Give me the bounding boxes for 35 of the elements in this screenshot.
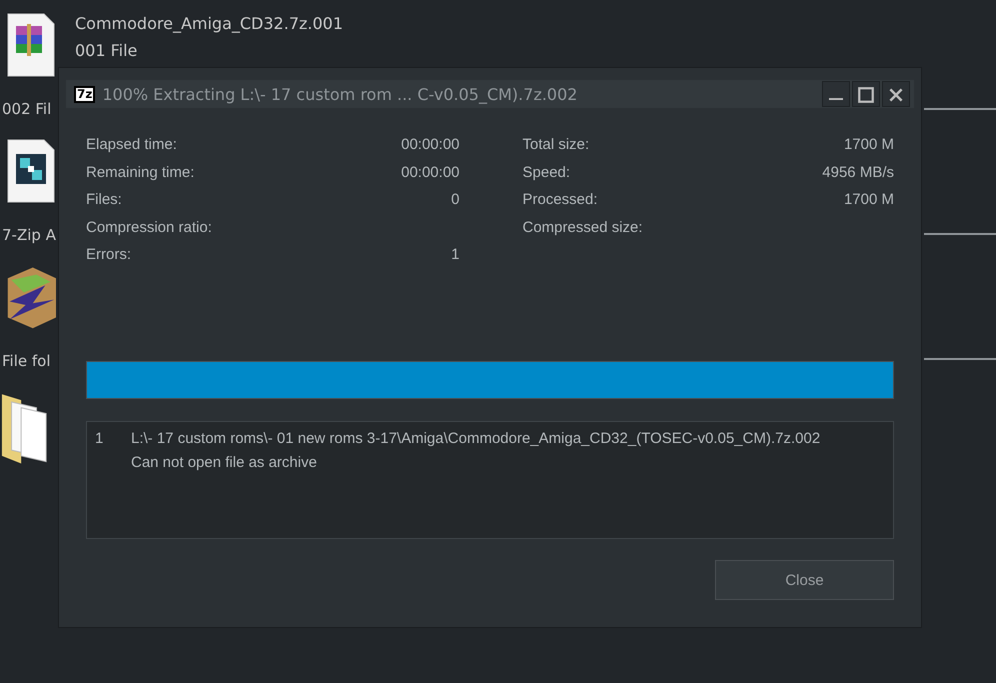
- stat-label: Compressed size:: [522, 218, 643, 236]
- stat-value: 0: [451, 191, 460, 208]
- stat-value: 1: [451, 246, 460, 264]
- stat-value: 00:00:00: [401, 164, 460, 181]
- file-name[interactable]: Commodore_Amiga_CD32.7z.001: [75, 10, 344, 37]
- document-squares-icon[interactable]: [6, 138, 56, 204]
- close-icon: [887, 86, 905, 104]
- stat-label: Compression ratio:: [86, 218, 212, 236]
- maximize-button[interactable]: [852, 81, 880, 107]
- app-logo: 7z: [74, 86, 96, 102]
- stat-label: Remaining time:: [86, 164, 194, 181]
- stat-label: Processed:: [522, 191, 598, 208]
- minimize-button[interactable]: [822, 81, 850, 107]
- close-button[interactable]: [882, 81, 910, 107]
- stat-label: Files:: [86, 191, 122, 208]
- stat-label: Total size:: [522, 136, 590, 154]
- file-type-label: 001 File: [75, 40, 138, 62]
- stat-label: Errors:: [86, 246, 131, 264]
- stat-value: 1700 M: [844, 136, 894, 154]
- window-title: 100% Extracting L:\- 17 custom rom ... C-v0.05_CM).7z.002: [102, 84, 578, 104]
- message-text: Can not open file as archive: [131, 453, 318, 473]
- stat-label: Elapsed time:: [86, 136, 177, 154]
- file-type-label: File fol: [2, 352, 50, 370]
- stat-value: 1700 M: [844, 191, 894, 208]
- stat-value: 00:00:00: [401, 136, 460, 154]
- archive-books-icon[interactable]: [6, 12, 56, 78]
- close-dialog-button[interactable]: Close: [715, 560, 894, 600]
- stat-value: 4956 MB/s: [822, 164, 894, 181]
- file-type-label: 7-Zip A: [2, 226, 56, 244]
- message-text: L:\- 17 custom roms\- 01 new roms 3-17\Amiga\Commodore_Amiga_CD32_(TOSEC-v0.05_CM).7z.002: [131, 429, 820, 449]
- maximize-icon: [857, 86, 875, 104]
- minimize-icon: [829, 98, 843, 100]
- message-number: 1: [95, 429, 104, 449]
- file-type-label: 002 Fil: [2, 100, 52, 118]
- stat-label: Speed:: [522, 164, 570, 181]
